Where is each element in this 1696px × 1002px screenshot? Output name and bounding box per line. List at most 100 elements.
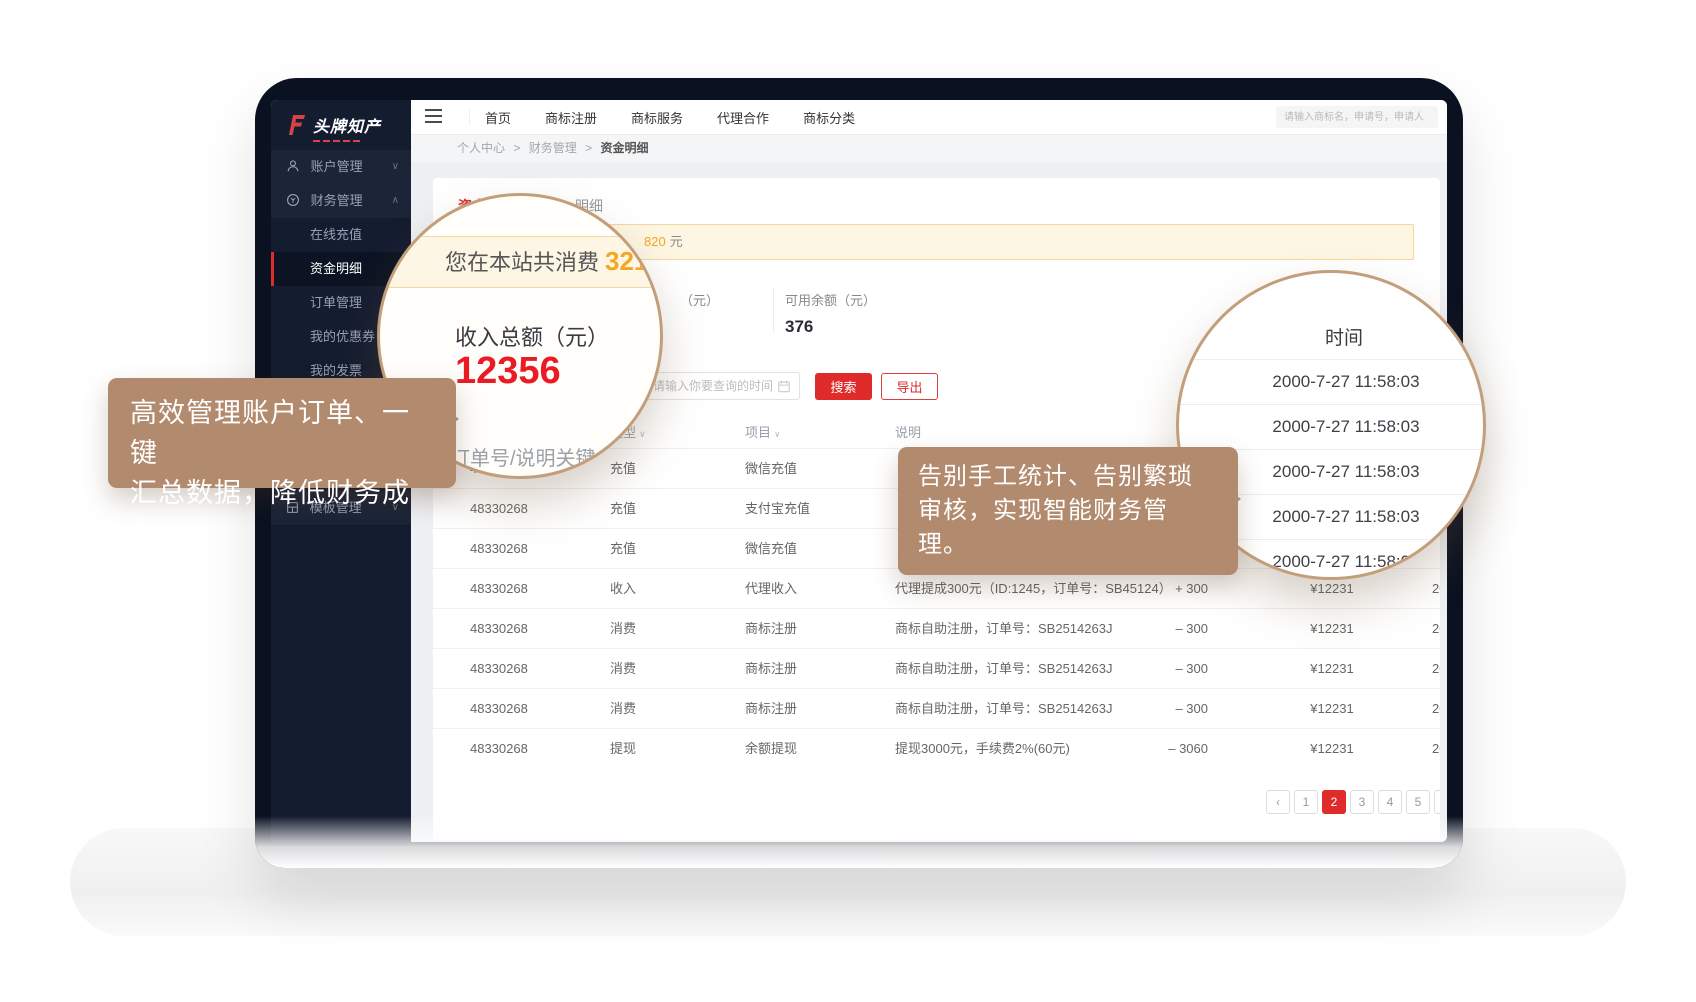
lens-table-header: 订单号/说明关键 — [450, 442, 596, 471]
cell-type: 充值 — [610, 529, 636, 568]
calendar-icon[interactable] — [777, 379, 791, 393]
cell-balance: ¥12231 — [1301, 689, 1363, 728]
cell-time: 2000-7-27 11:58:03 — [1432, 609, 1440, 648]
nav-item-services[interactable]: 商标服务 — [631, 108, 683, 127]
lens-time-header: 时间 — [1179, 319, 1483, 359]
cell-order: 48330268 — [470, 529, 528, 568]
lens-time-value: 2000-7-27 11:58:03 — [1179, 359, 1483, 404]
hamburger-menu-icon[interactable] — [425, 109, 470, 125]
breadcrumb-item[interactable]: 个人中心 — [457, 141, 505, 155]
cell-order: 48330268 — [470, 649, 528, 688]
cell-desc: 提现3000元，手续费2%(60元) — [895, 729, 1070, 768]
logo[interactable]: 头牌知产 — [284, 113, 381, 142]
callout-text-line: 告别手工统计、告别繁琐 — [918, 460, 1218, 494]
cell-time: 2000-7-27 11:58:03 — [1432, 689, 1440, 728]
cell-project: 商标注册 — [745, 609, 797, 648]
export-button[interactable]: 导出 — [881, 373, 938, 400]
cell-order: 48330268 — [470, 729, 528, 768]
lens-banner-amount: 32124 — [605, 246, 663, 276]
callout-text-line: 理。 — [918, 528, 1218, 562]
breadcrumb-item[interactable]: 财务管理 — [529, 141, 577, 155]
breadcrumb-separator: > — [585, 141, 592, 155]
cell-amount: – 3060 — [1123, 729, 1208, 768]
cell-type: 充值 — [610, 489, 636, 528]
lens-income-label: 收入总额（元） — [455, 320, 609, 352]
pagination-page-button[interactable]: 4 — [1378, 790, 1402, 814]
cell-balance: ¥12231 — [1301, 729, 1363, 768]
cell-order: 48330268 — [470, 609, 528, 648]
sort-chevron-icon: ∨ — [639, 429, 646, 439]
pagination-prev-button[interactable]: ‹ — [1266, 790, 1290, 814]
chevron-down-icon: ∨ — [392, 150, 399, 184]
cell-type: 消费 — [610, 649, 636, 688]
table-row: 48330268 消费 商标注册 商标自助注册，订单号：SB2514263J –… — [433, 608, 1440, 648]
sidebar-item-label: 我的优惠券 — [310, 329, 375, 344]
cell-project: 商标注册 — [745, 689, 797, 728]
nav-item-category[interactable]: 商标分类 — [803, 108, 855, 127]
cell-amount: – 300 — [1123, 649, 1208, 688]
breadcrumb-separator: > — [513, 141, 520, 155]
cell-desc: 商标自助注册，订单号：SB2514263J — [895, 649, 1112, 688]
cell-project: 余额提现 — [745, 729, 797, 768]
pagination-next-button[interactable] — [1434, 790, 1440, 814]
cell-type: 充值 — [610, 449, 636, 488]
cell-amount: – 300 — [1123, 689, 1208, 728]
breadcrumb-current: 资金明细 — [600, 141, 648, 155]
lens-banner-prefix: 您在本站共消费 — [445, 250, 599, 275]
sidebar-item-label: 我的发票 — [310, 363, 362, 378]
nav-item-register[interactable]: 商标注册 — [545, 108, 597, 127]
cell-type: 消费 — [610, 609, 636, 648]
sidebar-item-finance[interactable]: 财务管理 ∧ — [271, 184, 411, 218]
stat-label: 可用余额（元） — [785, 293, 876, 308]
cell-type: 消费 — [610, 689, 636, 728]
breadcrumb: 个人中心 > 财务管理 > 资金明细 — [411, 135, 1447, 162]
sidebar-item-label: 账户管理 — [311, 159, 363, 174]
pagination-page-button[interactable]: 1 — [1294, 790, 1318, 814]
table-row: 48330268 消费 商标注册 商标自助注册，订单号：SB2514263J –… — [433, 648, 1440, 688]
cell-project: 支付宝充值 — [745, 489, 810, 528]
stat-divider — [773, 288, 774, 332]
callout-text-line: 审核，实现智能财务管 — [918, 494, 1218, 528]
top-navbar: 首页 商标注册 商标服务 代理合作 商标分类 — [411, 100, 1447, 135]
stat-value: 376 — [785, 317, 876, 337]
logo-name: 头牌知产 — [313, 113, 381, 137]
cell-desc: 商标自助注册，订单号：SB2514263J — [895, 609, 1112, 648]
sidebar-item-label: 财务管理 — [311, 193, 363, 208]
cell-project: 代理收入 — [745, 569, 797, 608]
callout-text-line: 汇总数据，降低财务成本 — [130, 473, 434, 553]
nav-item-home[interactable]: 首页 — [485, 108, 511, 127]
search-button[interactable]: 搜索 — [815, 373, 872, 400]
cell-balance: ¥12231 — [1301, 609, 1363, 648]
pagination-page-button-active[interactable]: 2 — [1322, 790, 1346, 814]
wallet-icon — [286, 193, 300, 207]
pagination-page-button[interactable]: 3 — [1350, 790, 1374, 814]
cell-type: 收入 — [610, 569, 636, 608]
sidebar-item-label: 订单管理 — [310, 295, 362, 310]
screenshot-stage: 头牌知产 账户管理 ∨ — [0, 0, 1696, 1002]
banner-rest-unit: 元 — [670, 234, 683, 249]
pagination-page-button[interactable]: 5 — [1406, 790, 1430, 814]
lens-time-value: 2000-7-27 11:58:03 — [1179, 404, 1483, 449]
logo-icon — [284, 113, 308, 137]
lens-income-value: 12356 — [455, 350, 561, 393]
cell-order: 48330268 — [470, 689, 528, 728]
screen-bottom-fade — [255, 816, 1463, 868]
cell-desc: 商标自助注册，订单号：SB2514263J — [895, 689, 1112, 728]
sort-chevron-icon: ∨ — [774, 429, 781, 439]
callout-text-line: 高效管理账户订单、一键 — [130, 393, 434, 473]
stat-balance: 可用余额（元） 376 — [785, 290, 876, 337]
top-menu: 首页 商标注册 商标服务 代理合作 商标分类 — [485, 100, 855, 134]
cell-amount: – 300 — [1123, 609, 1208, 648]
cell-project: 商标注册 — [745, 649, 797, 688]
cell-project: 微信充值 — [745, 529, 797, 568]
table-header-project[interactable]: 项目∨ — [745, 418, 781, 449]
pagination: ‹ 1 2 3 4 5 — [1266, 790, 1440, 814]
cell-balance: ¥12231 — [1301, 649, 1363, 688]
trademark-search-input[interactable] — [1276, 106, 1438, 128]
callout-right: 告别手工统计、告别繁琐 审核，实现智能财务管 理。 — [898, 447, 1238, 575]
nav-item-agency[interactable]: 代理合作 — [717, 108, 769, 127]
stat-label: （元） — [680, 293, 719, 308]
logo-tagline — [313, 140, 381, 142]
lens-banner: 您在本站共消费32124元 — [377, 236, 663, 288]
sidebar-item-account[interactable]: 账户管理 ∨ — [271, 150, 411, 184]
